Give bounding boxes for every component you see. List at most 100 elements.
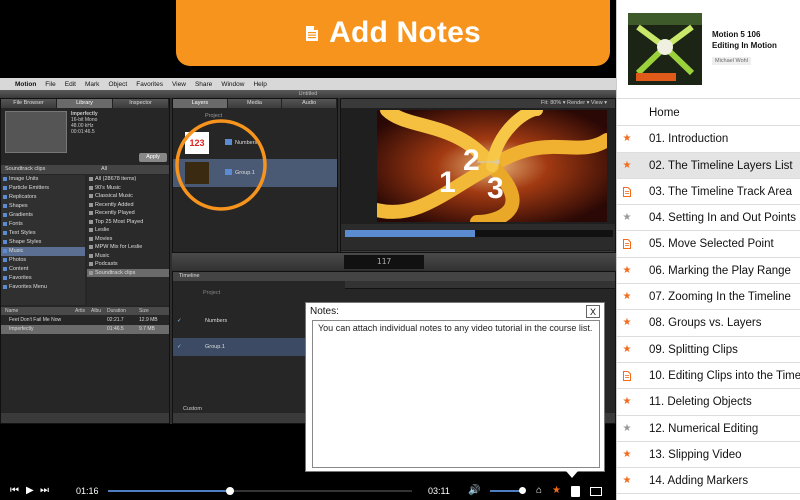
folder-item: Replicators: [1, 193, 85, 202]
app-root: Motion File Edit Mark Object Favorites V…: [0, 0, 800, 500]
tab-library: Library: [57, 99, 113, 108]
home-icon[interactable]: ⌂: [536, 482, 542, 500]
folder-item: Text Styles: [1, 229, 85, 238]
lesson-label: 14. Adding Markers: [649, 475, 749, 488]
browser-footer: [1, 413, 169, 423]
folder-item: Image Units: [1, 175, 85, 184]
add-notes-banner: Add Notes: [176, 0, 610, 66]
current-time: 01:16: [76, 486, 99, 496]
volume-icon[interactable]: 🔊: [468, 482, 480, 500]
canvas-toolbar: Fit: 80% ▾ Render ▾ View ▾: [341, 99, 615, 108]
filelist-header: Name Artis Albu Duration Size: [1, 307, 169, 315]
lesson-item[interactable]: ★ 07. Zooming In the Timeline: [617, 284, 800, 311]
volume-slider[interactable]: [490, 490, 522, 492]
file-row-duration: 02:21.7: [107, 317, 124, 323]
col-duration: Duration: [107, 308, 126, 314]
file-item: Classical Music: [87, 192, 169, 201]
svg-text:2: 2: [463, 144, 480, 177]
svg-text:3: 3: [487, 172, 504, 205]
course-title: Editing In Motion: [712, 41, 777, 50]
file-item: 90's Music: [87, 184, 169, 193]
col-name: Name: [5, 308, 19, 314]
menu-mark: Mark: [84, 80, 100, 88]
lesson-item[interactable]: 05. Move Selected Point: [617, 231, 800, 258]
progress-knob[interactable]: [226, 487, 234, 495]
lesson-label: 13. Slipping Video: [649, 448, 742, 461]
lesson-label: 09. Splitting Clips: [649, 343, 738, 356]
progress-track[interactable]: [230, 490, 412, 492]
menu-window: Window: [221, 80, 245, 88]
timeline-header: Timeline: [173, 272, 615, 281]
lesson-item[interactable]: ★ 08. Groups vs. Layers: [617, 310, 800, 337]
rewind-icon[interactable]: ⏮: [10, 482, 19, 500]
timeline-ruler: [345, 281, 615, 289]
folder-item: Fonts: [1, 220, 85, 229]
menu-motion: Motion: [15, 80, 37, 88]
lesson-label: 02. The Timeline Layers List: [649, 159, 793, 172]
lesson-home[interactable]: Home: [617, 100, 800, 127]
mini-timeline-bar: [345, 230, 475, 237]
lesson-item[interactable]: ★ 09. Splitting Clips: [617, 337, 800, 363]
canvas-panel: Fit: 80% ▾ Render ▾ View ▾ 1 2 3: [340, 98, 616, 270]
play-icon[interactable]: ▶: [26, 482, 34, 500]
layers-panel: Layers Media Audio Project 123 Numbers G…: [172, 98, 338, 270]
timeline-group-label: Group.1: [205, 344, 225, 350]
folder-item: Favorites Menu: [1, 283, 85, 292]
file-item: Movies: [87, 235, 169, 244]
timecode-display: 117: [344, 255, 424, 269]
timeline-numbers-label: Numbers: [205, 318, 228, 324]
lesson-item[interactable]: ★ 01. Introduction: [617, 126, 800, 153]
file-item: All (28678 items): [87, 175, 169, 184]
file-row-size: 9.7 MB: [139, 326, 155, 332]
lesson-item[interactable]: ★ 13. Slipping Video: [617, 442, 800, 469]
lesson-item[interactable]: ★ 11. Deleting Objects: [617, 389, 800, 416]
star-icon: ★: [622, 475, 632, 487]
lesson-item[interactable]: ★ 06. Marking the Play Range: [617, 258, 800, 285]
source-right: All: [101, 166, 108, 172]
file-item: Soundtrack clips: [87, 268, 169, 277]
file-item: Podcasts: [87, 260, 169, 269]
course-cover-image: [628, 13, 702, 85]
forward-icon[interactable]: ⏭: [40, 482, 49, 500]
file-item: Leslie: [87, 226, 169, 235]
lesson-label: 08. Groups vs. Layers: [649, 317, 762, 330]
timeline-check-icon: ✓: [177, 344, 182, 350]
course-series: Motion 5 106: [712, 30, 761, 39]
notes-popup: Notes: X You can attach individual notes…: [305, 302, 605, 472]
volume-knob[interactable]: [519, 487, 526, 494]
lesson-item[interactable]: ★ 14. Adding Markers: [617, 468, 800, 495]
banner-title: Add Notes: [329, 16, 481, 49]
file-item: Music: [87, 252, 169, 261]
browser-panel: File Browser Library Inspector Imperfect…: [0, 98, 170, 424]
preview-info: Imperfectly 16-bit Mono 48.00 kHz 00:01:…: [71, 111, 98, 135]
menu-share: Share: [194, 80, 213, 88]
progress-fill: [108, 490, 230, 492]
lesson-item[interactable]: ★ 12. Numerical Editing: [617, 416, 800, 442]
notes-close-button[interactable]: X: [586, 305, 600, 318]
lesson-item[interactable]: ★ 04. Setting In and Out Points: [617, 205, 800, 232]
star-icon: ★: [622, 133, 632, 145]
star-icon: ★: [622, 264, 632, 276]
lesson-item[interactable]: ★ 02. The Timeline Layers List: [617, 152, 800, 179]
notes-textarea[interactable]: You can attach individual notes to any v…: [312, 320, 600, 468]
player-controls: ⏮ ▶ ⏭ 01:16 03:11 🔊 ⌂ ★: [0, 482, 616, 500]
menu-object: Object: [108, 80, 128, 88]
folder-item: Content: [1, 265, 85, 274]
canvas-preview: 1 2 3: [377, 110, 607, 222]
fullscreen-icon[interactable]: [590, 487, 602, 496]
col-size: Size: [139, 308, 149, 314]
lesson-item[interactable]: 03. The Timeline Track Area: [617, 179, 800, 206]
folder-item: Shapes: [1, 202, 85, 211]
lesson-label: 03. The Timeline Track Area: [649, 185, 792, 198]
preview-line3: 00:01:46.5: [71, 129, 95, 135]
favorite-star-icon[interactable]: ★: [552, 482, 561, 500]
star-icon: ★: [622, 317, 632, 329]
folder-item: Shape Styles: [1, 238, 85, 247]
lesson-item[interactable]: 10. Editing Clips into the Timeline: [617, 363, 800, 390]
star-icon: ★: [622, 343, 632, 355]
folder-item: Music: [1, 247, 85, 256]
star-icon: ★: [622, 448, 632, 460]
col-album: Albu: [91, 308, 102, 314]
notes-icon[interactable]: [571, 486, 580, 497]
file-row-name: Imperfectly: [9, 326, 34, 332]
